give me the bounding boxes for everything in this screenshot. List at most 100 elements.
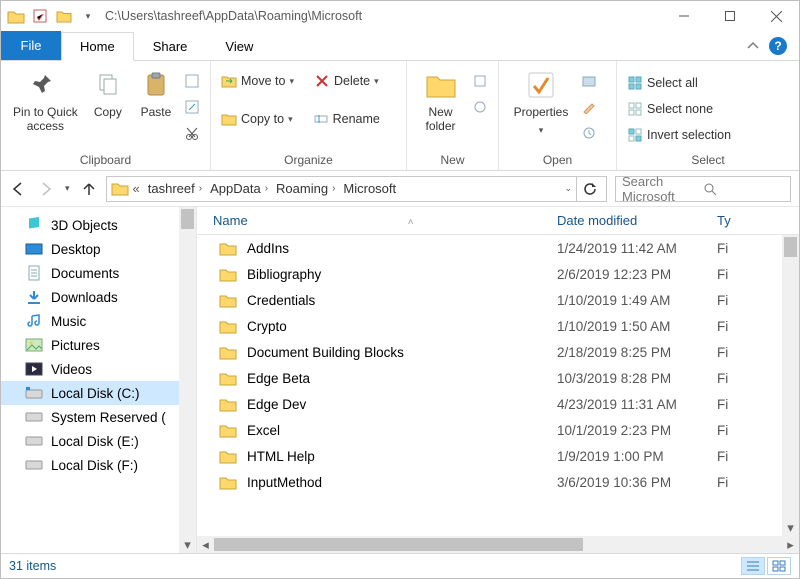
nav-item[interactable]: Music <box>1 309 196 333</box>
nav-item[interactable]: Documents <box>1 261 196 285</box>
breadcrumb-seg-1[interactable]: tashreef› <box>144 181 206 196</box>
file-row[interactable]: Edge Dev4/23/2019 11:31 AMFi <box>197 391 799 417</box>
paste-button[interactable]: Paste <box>136 65 176 119</box>
copy-to-button[interactable]: Copy to▾ <box>221 107 293 131</box>
select-all-button[interactable]: Select all <box>627 71 731 95</box>
file-date: 3/6/2019 10:36 PM <box>557 475 717 490</box>
column-name[interactable]: Name˄ <box>197 213 557 228</box>
properties-qat-icon[interactable] <box>31 7 49 25</box>
new-folder-qat-icon[interactable] <box>55 7 73 25</box>
pin-to-quick-access-button[interactable]: Pin to Quick access <box>11 65 80 133</box>
scroll-down-icon[interactable]: ▾ <box>179 536 196 553</box>
file-row[interactable]: Edge Beta10/3/2019 8:28 PMFi <box>197 365 799 391</box>
file-name: Excel <box>247 423 280 438</box>
nav-item[interactable]: 3D Objects <box>1 213 196 237</box>
share-tab[interactable]: Share <box>134 31 207 60</box>
maximize-button[interactable] <box>707 1 753 31</box>
address-dropdown-icon[interactable]: ⌄ <box>564 183 576 194</box>
copy-path-button[interactable] <box>184 69 200 93</box>
paste-shortcut-button[interactable] <box>184 95 200 119</box>
home-tab[interactable]: Home <box>61 32 134 61</box>
nav-item[interactable]: Local Disk (C:) <box>1 381 196 405</box>
folder-icon <box>219 267 237 282</box>
copy-button[interactable]: Copy <box>88 65 128 119</box>
nav-item[interactable]: Local Disk (E:) <box>1 429 196 453</box>
scroll-right-icon[interactable]: ▸ <box>782 537 799 553</box>
nav-item[interactable]: Desktop <box>1 237 196 261</box>
breadcrumb-seg-3[interactable]: Roaming› <box>272 181 339 196</box>
scroll-left-icon[interactable]: ◂ <box>197 537 214 553</box>
new-folder-button[interactable]: New folder <box>417 65 464 133</box>
file-row[interactable]: Credentials1/10/2019 1:49 AMFi <box>197 287 799 313</box>
folder-icon <box>7 7 25 25</box>
back-button[interactable] <box>9 180 27 198</box>
move-to-icon <box>221 73 237 89</box>
column-type[interactable]: Ty <box>717 213 799 228</box>
move-to-button[interactable]: Move to▾ <box>221 69 294 93</box>
open-button[interactable] <box>581 69 597 93</box>
file-name: HTML Help <box>247 449 315 464</box>
file-tab[interactable]: File <box>1 31 61 60</box>
easy-access-button[interactable] <box>472 95 488 119</box>
file-row[interactable]: AddIns1/24/2019 11:42 AMFi <box>197 235 799 261</box>
minimize-button[interactable] <box>661 1 707 31</box>
rename-button[interactable]: Rename <box>313 107 380 131</box>
content-hscrollbar[interactable]: ◂ ▸ <box>197 536 799 553</box>
edit-button[interactable] <box>581 95 597 119</box>
qat-dropdown-icon[interactable]: ▾ <box>79 7 97 25</box>
help-icon[interactable]: ? <box>769 37 787 55</box>
forward-button[interactable] <box>37 180 55 198</box>
file-row[interactable]: Bibliography2/6/2019 12:23 PMFi <box>197 261 799 287</box>
file-name: Crypto <box>247 319 287 334</box>
folder-icon <box>219 371 237 386</box>
close-button[interactable] <box>753 1 799 31</box>
view-tab[interactable]: View <box>206 31 272 60</box>
nav-item-label: Desktop <box>51 242 101 257</box>
breadcrumb-seg-4[interactable]: Microsoft <box>339 181 400 196</box>
scrollbar-thumb[interactable] <box>214 538 583 551</box>
open-icon <box>581 73 597 89</box>
history-button[interactable] <box>581 121 597 145</box>
delete-icon <box>314 73 330 89</box>
breadcrumb-seg-2[interactable]: AppData› <box>206 181 272 196</box>
nav-item[interactable]: Downloads <box>1 285 196 309</box>
nav-item-icon <box>25 433 43 449</box>
file-date: 2/18/2019 8:25 PM <box>557 345 717 360</box>
scrollbar-thumb[interactable] <box>181 209 194 229</box>
file-row[interactable]: Excel10/1/2019 2:23 PMFi <box>197 417 799 443</box>
column-date[interactable]: Date modified <box>557 213 717 228</box>
nav-item[interactable]: Pictures <box>1 333 196 357</box>
nav-item[interactable]: Videos <box>1 357 196 381</box>
details-view-button[interactable] <box>741 557 765 575</box>
up-button[interactable] <box>80 180 98 198</box>
scroll-down-icon[interactable]: ▾ <box>782 519 799 536</box>
nav-item[interactable]: System Reserved ( <box>1 405 196 429</box>
icons-view-button[interactable] <box>767 557 791 575</box>
nav-item[interactable]: Local Disk (F:) <box>1 453 196 477</box>
properties-button[interactable]: Properties ▾ <box>509 65 573 137</box>
nav-scrollbar[interactable]: ▾ <box>179 207 196 553</box>
file-row[interactable]: HTML Help1/9/2019 1:00 PMFi <box>197 443 799 469</box>
file-row[interactable]: Document Building Blocks2/18/2019 8:25 P… <box>197 339 799 365</box>
cut-button[interactable] <box>184 121 200 145</box>
properties-icon <box>525 69 557 101</box>
address-bar[interactable]: « tashreef› AppData› Roaming› Microsoft … <box>106 176 607 202</box>
breadcrumb-overflow[interactable]: « <box>129 181 144 196</box>
ribbon: Pin to Quick access Copy Paste Clipboard <box>1 61 799 171</box>
scrollbar-thumb[interactable] <box>784 237 797 257</box>
content-vscrollbar[interactable]: ▾ <box>782 235 799 536</box>
copy-path-icon <box>184 73 200 89</box>
new-item-button[interactable] <box>472 69 488 93</box>
invert-selection-button[interactable]: Invert selection <box>627 123 731 147</box>
select-none-button[interactable]: Select none <box>627 97 731 121</box>
file-row[interactable]: Crypto1/10/2019 1:50 AMFi <box>197 313 799 339</box>
history-dropdown-icon[interactable]: ▾ <box>65 183 70 194</box>
file-date: 10/3/2019 8:28 PM <box>557 371 717 386</box>
delete-button[interactable]: Delete▾ <box>314 69 379 93</box>
collapse-ribbon-icon[interactable] <box>747 41 759 51</box>
view-toggle <box>741 557 791 575</box>
file-row[interactable]: InputMethod3/6/2019 10:36 PMFi <box>197 469 799 495</box>
search-box[interactable]: Search Microsoft <box>615 176 791 202</box>
refresh-button[interactable] <box>576 176 602 202</box>
nav-item-label: Videos <box>51 362 92 377</box>
